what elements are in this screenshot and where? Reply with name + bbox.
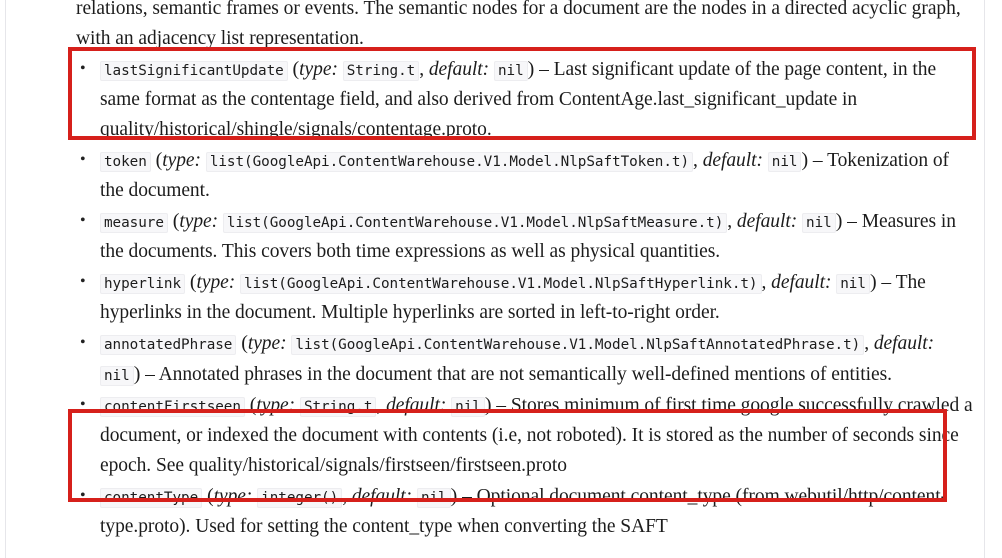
field-description: Annotated phrases in the document that a… xyxy=(158,364,892,385)
field-name: hyperlink xyxy=(100,274,186,294)
type-label: type: xyxy=(247,333,287,354)
field-default: nil xyxy=(451,397,485,417)
document-viewport[interactable]: relations, semantic frames or events. Th… xyxy=(0,0,1002,558)
field-default: nil xyxy=(767,152,802,172)
default-label: default: xyxy=(386,395,447,416)
close-paren: ) xyxy=(450,485,458,507)
field-default: nil xyxy=(493,61,528,81)
comma: , xyxy=(419,59,425,80)
comma: , xyxy=(864,333,870,354)
dash: – xyxy=(539,59,549,80)
close-paren: ) xyxy=(527,58,535,80)
field-name: contentFirstseen xyxy=(100,397,245,417)
type-label: type: xyxy=(196,272,236,293)
type-label: type: xyxy=(213,486,253,507)
type-label: type: xyxy=(256,395,296,416)
field-type: String.t xyxy=(299,397,377,417)
dash: – xyxy=(881,272,892,293)
open-paren: ( xyxy=(241,332,248,354)
field-type: String.t xyxy=(342,61,420,81)
field-name: lastSignificantUpdate xyxy=(100,61,288,81)
dash: – xyxy=(847,211,857,232)
dash: – xyxy=(462,486,472,507)
field-item-contentType: contentType (type: integer(), default: n… xyxy=(76,481,974,542)
default-label: default: xyxy=(428,59,490,80)
type-label: type: xyxy=(299,59,338,80)
intro-paragraph: relations, semantic frames or events. Th… xyxy=(76,0,974,54)
field-type: integer() xyxy=(257,488,343,508)
field-item-token: token (type: list(GoogleApi.ContentWareh… xyxy=(76,145,974,206)
default-label: default: xyxy=(736,211,798,232)
field-name: contentType xyxy=(100,488,203,508)
field-default: nil xyxy=(416,488,451,508)
comma: , xyxy=(342,486,348,507)
close-paren: ) xyxy=(869,271,877,293)
default-label: default: xyxy=(873,333,935,354)
field-list: lastSignificantUpdate (type: String.t, d… xyxy=(76,54,974,542)
type-label: type: xyxy=(179,211,219,232)
default-label: default: xyxy=(771,272,832,293)
comma: , xyxy=(693,150,698,171)
default-label: default: xyxy=(702,150,763,171)
field-item-contentFirstseen: contentFirstseen (type: String.t, defaul… xyxy=(76,390,974,481)
dash: – xyxy=(812,150,823,171)
field-name: measure xyxy=(100,213,168,233)
field-name: annotatedPhrase xyxy=(100,335,237,355)
close-paren: ) xyxy=(801,149,809,171)
intro-paragraph-line-1: relations, semantic frames or events. Th… xyxy=(76,0,848,19)
field-default: nil xyxy=(836,274,870,294)
comma: , xyxy=(727,211,733,232)
close-paren: ) xyxy=(133,363,141,385)
dash: – xyxy=(496,395,506,416)
comma: , xyxy=(376,395,382,416)
field-item-annotatedPhrase: annotatedPhrase (type: list(GoogleApi.Co… xyxy=(76,328,974,390)
type-label: type: xyxy=(162,150,201,171)
dash: – xyxy=(145,364,155,385)
close-paren: ) xyxy=(835,210,843,232)
field-default: nil xyxy=(802,213,836,233)
comma: , xyxy=(761,272,767,293)
field-name: token xyxy=(100,152,151,172)
field-item-lastSignificantUpdate: lastSignificantUpdate (type: String.t, d… xyxy=(76,54,974,145)
open-paren: ( xyxy=(206,485,214,507)
default-label: default: xyxy=(351,486,413,507)
field-type: list(GoogleApi.ContentWarehouse.V1.Model… xyxy=(222,213,728,233)
field-item-measure: measure (type: list(GoogleApi.ContentWar… xyxy=(76,206,974,267)
field-type: list(GoogleApi.ContentWarehouse.V1.Model… xyxy=(240,274,762,294)
close-paren: ) xyxy=(484,394,492,416)
field-item-hyperlink: hyperlink (type: list(GoogleApi.ContentW… xyxy=(76,267,974,328)
field-type: list(GoogleApi.ContentWarehouse.V1.Model… xyxy=(291,335,865,355)
field-type: list(GoogleApi.ContentWarehouse.V1.Model… xyxy=(205,152,694,172)
document-content: relations, semantic frames or events. Th… xyxy=(76,0,974,542)
field-default: nil xyxy=(100,366,134,386)
